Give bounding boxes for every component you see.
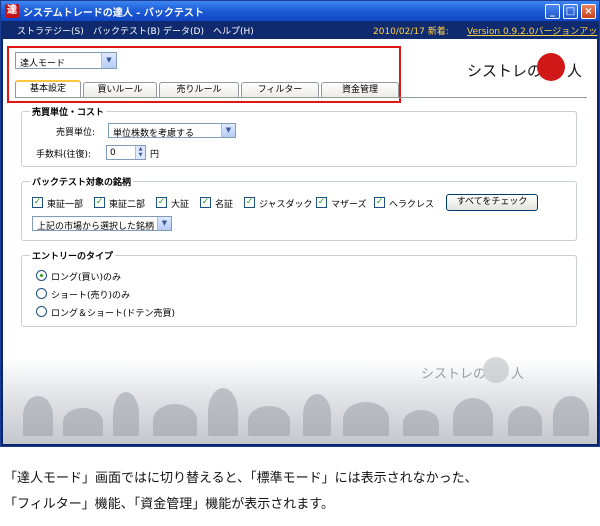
tab-filter[interactable]: フィルター (241, 82, 319, 97)
tab-money-management[interactable]: 資金管理 (321, 82, 399, 97)
checkbox-mothers[interactable]: ✓ (316, 197, 327, 208)
unit-select[interactable]: 単位株数を考慮する ▼ (108, 123, 236, 139)
logo-seal-icon (537, 53, 565, 81)
fee-label: 手数料(往復): (36, 150, 92, 160)
caption: 「達人モード」画面ではに切り替えると、「標準モード」には表示されなかった、 「フ… (4, 466, 596, 518)
watermark-seal-icon (483, 357, 509, 383)
chevron-down-icon[interactable]: ▼ (221, 124, 235, 137)
maximize-button[interactable]: □ (563, 4, 578, 19)
markets-title: バックテスト対象の銘柄 (30, 175, 134, 188)
fee-input[interactable]: 0 ▲ ▼ (106, 145, 146, 160)
minimize-button[interactable]: _ (545, 4, 560, 19)
check-all-button[interactable]: すべてをチェック (446, 194, 538, 211)
radio-long-only[interactable] (36, 270, 47, 281)
markets-group: バックテスト対象の銘柄 ✓ 東証一部 ✓ 東証二部 ✓ 大証 ✓ 名証 ✓ ジャ… (21, 175, 577, 241)
checkbox-jasdaq[interactable]: ✓ (244, 197, 255, 208)
caption-line-2: 「フィルター」機能、「資金管理」機能が表示されます。 (4, 497, 334, 512)
checkbox-nagoya[interactable]: ✓ (200, 197, 211, 208)
unit-cost-title: 売買単位・コスト (30, 105, 107, 118)
radio-long-short[interactable] (36, 306, 47, 317)
window-title: システムトレードの達人 - バックテスト (23, 8, 204, 19)
stock-selection-select[interactable]: 上記の市場から選択した銘柄 ▼ (32, 216, 172, 232)
tab-buy-rules[interactable]: 買いルール (83, 82, 157, 97)
tab-divider (15, 97, 587, 98)
logo: シストレの 人 (467, 53, 587, 83)
app-window: 達 システムトレードの達人 - バックテスト _ □ × ストラテジー(S) バ… (0, 0, 600, 447)
title-bar[interactable]: 達 システムトレードの達人 - バックテスト _ □ × (1, 1, 599, 21)
menu-strategy[interactable]: ストラテジー(S) (17, 24, 84, 37)
menu-backtest[interactable]: バックテスト(B) (93, 24, 160, 37)
unit-label: 売買単位: (56, 128, 96, 138)
version-link[interactable]: Version 0.9.2.0バージョンアッ (467, 24, 597, 37)
app-icon: 達 (5, 4, 19, 18)
checkbox-tse1[interactable]: ✓ (32, 197, 43, 208)
main-panel: 達人モード ▼ シストレの 人 基本設定 買いルール 売りルール フィルター 資… (3, 39, 597, 444)
caption-line-1: 「達人モード」画面ではに切り替えると、「標準モード」には表示されなかった、 (4, 471, 478, 486)
menu-data[interactable]: データ(D) (163, 24, 204, 37)
entry-type-title: エントリーのタイプ (30, 249, 116, 262)
fee-unit: 円 (150, 150, 160, 160)
menu-bar: ストラテジー(S) バックテスト(B) データ(D) ヘルプ(H) 2010/0… (1, 21, 599, 39)
menu-help[interactable]: ヘルプ(H) (213, 24, 254, 37)
entry-type-group: エントリーのタイプ ロング(買い)のみ ショート(売り)のみ ロング＆ショート(… (21, 249, 577, 327)
checkbox-osaka[interactable]: ✓ (156, 197, 167, 208)
checkbox-hercules[interactable]: ✓ (374, 197, 385, 208)
tab-sell-rules[interactable]: 売りルール (159, 82, 239, 97)
unit-cost-group: 売買単位・コスト 売買単位: 単位株数を考慮する ▼ 手数料(往復): 0 ▲ ▼… (21, 105, 577, 167)
tab-bar: 基本設定 買いルール 売りルール フィルター 資金管理 (15, 80, 399, 98)
news-date: 2010/02/17 新着: (373, 27, 449, 37)
close-button[interactable]: × (581, 4, 596, 19)
checkbox-tse2[interactable]: ✓ (94, 197, 105, 208)
spinner-icon[interactable]: ▲ ▼ (135, 146, 145, 159)
watermark-logo: シストレの 人 (421, 357, 571, 387)
chevron-down-icon[interactable]: ▼ (157, 217, 171, 230)
radio-short-only[interactable] (36, 288, 47, 299)
tab-basic-settings[interactable]: 基本設定 (15, 80, 81, 98)
